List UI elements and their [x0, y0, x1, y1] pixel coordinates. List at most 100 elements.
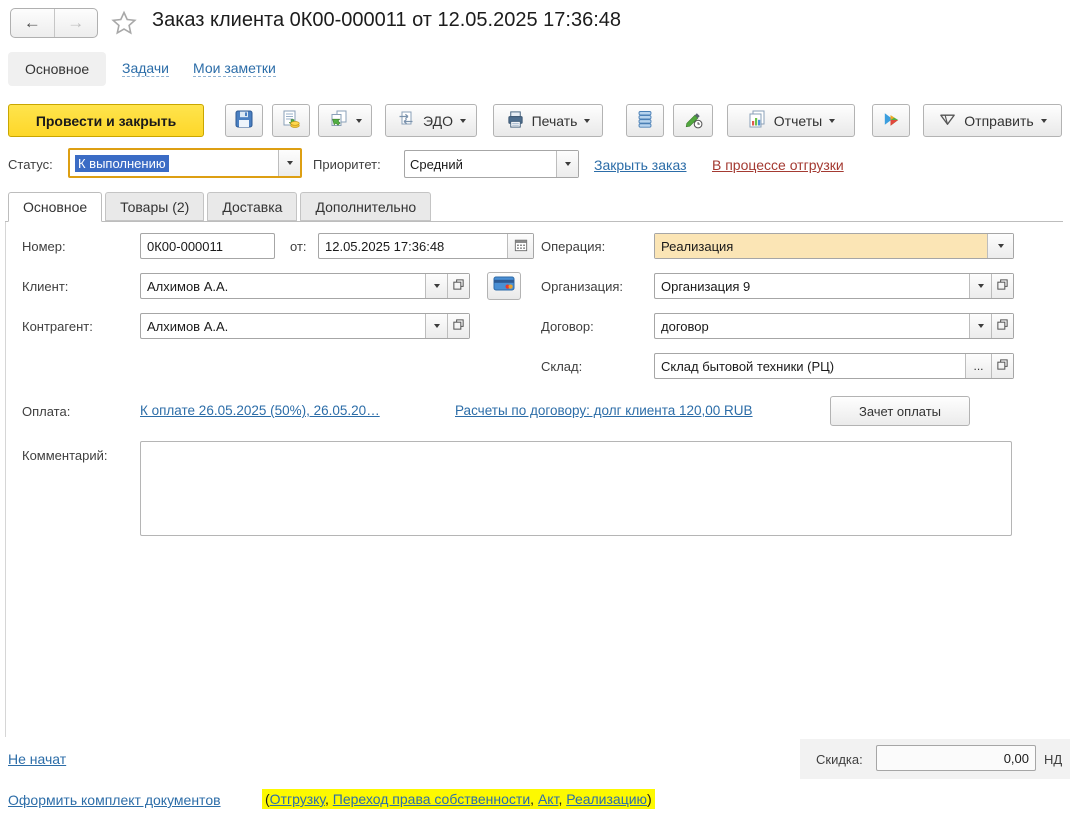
register-stack-icon: [635, 109, 655, 132]
payment-offset-label: Зачет оплаты: [858, 403, 942, 419]
operation-dropdown-button[interactable]: [987, 234, 1013, 258]
contract-settlements-link[interactable]: Расчеты по договору: долг клиента 120,00…: [455, 403, 753, 418]
post-document-icon: [281, 109, 301, 132]
vat-label: НД: [1044, 752, 1063, 767]
favorite-star-icon[interactable]: [110, 9, 138, 42]
doc-link-realization[interactable]: Реализацию: [566, 791, 647, 807]
credit-card-icon: [493, 276, 515, 297]
client-open-button[interactable]: [447, 274, 469, 298]
reports-dropdown-caret: [829, 118, 836, 123]
contract-field[interactable]: договор: [654, 313, 1014, 339]
tab-my-notes[interactable]: Мои заметки: [193, 60, 276, 77]
history-nav: ← →: [10, 8, 98, 38]
print-button[interactable]: Печать: [493, 104, 603, 137]
number-input[interactable]: [140, 233, 275, 259]
reports-label: Отчеты: [773, 112, 823, 129]
close-order-link[interactable]: Закрыть заказ: [594, 157, 687, 173]
open-in-form-icon: [996, 318, 1009, 334]
send-plane-icon: [938, 110, 957, 132]
register-records-button[interactable]: [626, 104, 664, 137]
organization-value: Организация 9: [661, 278, 751, 294]
contract-label: Договор:: [541, 319, 594, 334]
create-based-on-button[interactable]: [318, 104, 372, 137]
counterparty-open-button[interactable]: [447, 314, 469, 338]
tab-tasks[interactable]: Задачи: [122, 60, 170, 77]
counterparty-label: Контрагент:: [22, 319, 93, 334]
client-label: Клиент:: [22, 279, 69, 294]
contract-dropdown-button[interactable]: [969, 314, 991, 338]
payment-label: Оплата:: [22, 404, 71, 419]
document-tabstrip: Основное Товары (2) Доставка Дополнитель…: [5, 192, 1063, 222]
counterparty-field[interactable]: Алхимов А.А.: [140, 313, 470, 339]
counterparty-value: Алхимов А.А.: [147, 318, 229, 334]
client-dropdown-button[interactable]: [425, 274, 447, 298]
tab-dostavka[interactable]: Доставка: [207, 192, 298, 221]
open-in-form-icon: [452, 278, 465, 294]
warehouse-open-button[interactable]: [991, 354, 1013, 378]
post-document-button[interactable]: [272, 104, 310, 137]
tab-tovary[interactable]: Товары (2): [105, 192, 205, 221]
reports-button[interactable]: Отчеты: [727, 104, 855, 137]
contract-open-button[interactable]: [991, 314, 1013, 338]
make-documents-link[interactable]: Оформить комплект документов: [8, 792, 221, 808]
forward-arrow-icon: →: [67, 13, 85, 32]
number-label: Номер:: [22, 239, 66, 254]
discount-input[interactable]: [876, 745, 1036, 771]
doc-link-shipment[interactable]: Отгрузку: [270, 791, 325, 807]
priority-combobox[interactable]: Средний: [404, 150, 579, 178]
print-label: Печать: [531, 112, 578, 129]
payment-schedule-link[interactable]: К оплате 26.05.2025 (50%), 26.05.20…: [140, 403, 380, 418]
counterparty-dropdown-button[interactable]: [425, 314, 447, 338]
warehouse-label: Склад:: [541, 359, 583, 374]
print-dropdown-caret: [584, 118, 591, 123]
organization-label: Организация:: [541, 279, 624, 294]
shipping-state-link[interactable]: В процессе отгрузки: [712, 157, 844, 173]
date-field[interactable]: 12.05.2025 17:36:48: [318, 233, 534, 259]
send-dropdown-caret: [1040, 118, 1047, 123]
print-icon: [506, 110, 525, 132]
discount-label: Скидка:: [816, 752, 863, 767]
send-button[interactable]: Отправить: [923, 104, 1062, 137]
tab-dopolnitelno[interactable]: Дополнительно: [300, 192, 432, 221]
organization-dropdown-caret: [977, 284, 984, 288]
status-combobox[interactable]: К выполнению: [68, 148, 302, 178]
payment-card-button[interactable]: [487, 272, 521, 300]
operation-combobox[interactable]: Реализация: [654, 233, 1014, 259]
warehouse-field[interactable]: Склад бытовой техники (РЦ) ...: [654, 353, 1014, 379]
send-label: Отправить: [964, 112, 1034, 129]
open-in-form-icon: [996, 358, 1009, 374]
warehouse-value: Склад бытовой техники (РЦ): [661, 358, 835, 374]
doc-link-ownership-transfer[interactable]: Переход права собственности: [333, 791, 530, 807]
forward-button[interactable]: →: [55, 9, 98, 37]
contract-dropdown-caret: [977, 324, 984, 328]
post-and-close-button[interactable]: Провести и закрыть: [8, 104, 204, 137]
back-button[interactable]: ←: [11, 9, 55, 37]
tab-osnovnoe[interactable]: Основное: [8, 192, 103, 222]
client-field[interactable]: Алхимов А.А.: [140, 273, 470, 299]
payment-offset-button[interactable]: Зачет оплаты: [830, 396, 970, 426]
edo-button[interactable]: ЭДО: [385, 104, 477, 137]
open-in-form-icon: [452, 318, 465, 334]
task-state-link[interactable]: Не начат: [8, 751, 66, 767]
priority-value: Средний: [410, 156, 463, 172]
paren-close: ): [647, 791, 652, 807]
edit-schedule-button[interactable]: [673, 104, 713, 137]
pencil-clock-icon: [683, 109, 704, 133]
edo-label: ЭДО: [423, 112, 453, 129]
status-dropdown-button[interactable]: [278, 150, 300, 176]
operation-dropdown-caret: [997, 244, 1004, 248]
organization-dropdown-button[interactable]: [969, 274, 991, 298]
organization-field[interactable]: Организация 9: [654, 273, 1014, 299]
priority-dropdown-button[interactable]: [556, 151, 578, 177]
calendar-picker-button[interactable]: [507, 234, 533, 258]
comment-textarea[interactable]: [140, 441, 1012, 536]
doc-link-act[interactable]: Акт: [538, 791, 558, 807]
operation-label: Операция:: [541, 239, 606, 254]
discussions-button[interactable]: [872, 104, 910, 137]
client-value: Алхимов А.А.: [147, 278, 229, 294]
warehouse-select-button[interactable]: ...: [965, 354, 991, 378]
priority-label: Приоритет:: [313, 157, 381, 172]
tab-main[interactable]: Основное: [8, 52, 107, 86]
save-button[interactable]: [225, 104, 263, 137]
organization-open-button[interactable]: [991, 274, 1013, 298]
